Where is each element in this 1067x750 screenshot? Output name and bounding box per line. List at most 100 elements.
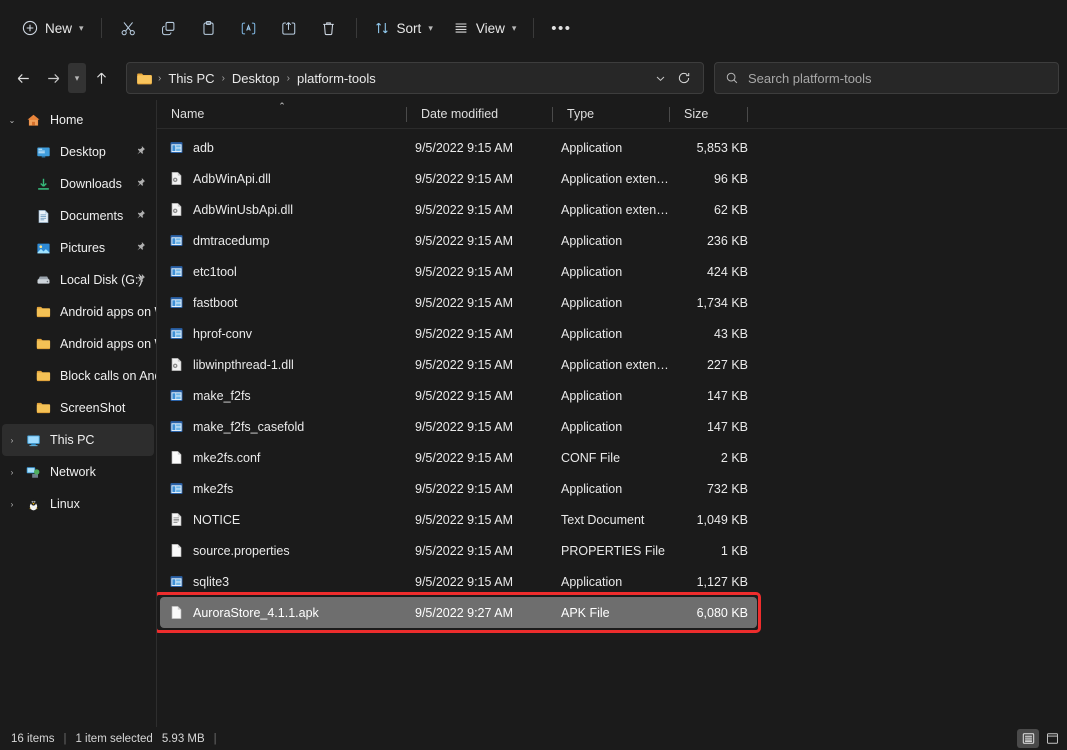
column-headers: Name ⌃ Date modified Type Size xyxy=(157,100,1067,129)
expander-chevron-icon[interactable]: ⌄ xyxy=(2,116,22,125)
expander-chevron-icon[interactable]: › xyxy=(2,468,22,477)
date-modified-cell: 9/5/2022 9:15 AM xyxy=(410,513,556,527)
sidebar-item-linux[interactable]: › Linux xyxy=(2,488,154,520)
pin-icon[interactable] xyxy=(135,273,146,284)
file-size-cell: 147 KB xyxy=(673,389,751,403)
file-name-label: dmtracedump xyxy=(193,234,269,248)
file-name-label: adb xyxy=(193,141,214,155)
table-row[interactable]: NOTICE9/5/2022 9:15 AMText Document1,049… xyxy=(160,504,757,535)
breadcrumb-item-platform-tools[interactable]: platform-tools xyxy=(292,68,381,89)
column-divider[interactable] xyxy=(747,107,748,122)
table-row[interactable]: fastboot9/5/2022 9:15 AMApplication1,734… xyxy=(160,287,757,318)
share-button[interactable] xyxy=(269,12,309,44)
file-name-cell: NOTICE xyxy=(160,512,410,527)
sidebar-item-network[interactable]: ›Network xyxy=(2,456,154,488)
file-name-label: AdbWinApi.dll xyxy=(193,172,271,186)
sidebar-item-desktop[interactable]: Desktop xyxy=(2,136,154,168)
file-name-label: fastboot xyxy=(193,296,237,310)
breadcrumb-item-this-pc[interactable]: This PC xyxy=(163,68,219,89)
search-icon xyxy=(725,71,739,85)
expander-chevron-icon[interactable]: › xyxy=(2,500,22,509)
plus-circle-icon xyxy=(22,20,38,36)
refresh-button[interactable] xyxy=(673,71,697,85)
large-icons-view-button[interactable] xyxy=(1041,729,1063,748)
sidebar-item-downloads[interactable]: Downloads xyxy=(2,168,154,200)
explorer-body: ⌄Home Desktop DownloadsDocumentsPicturesLo… xyxy=(0,100,1067,727)
navigation-bar: ▾ › This PC › Desktop › platform-tools xyxy=(0,56,1067,100)
sidebar-item-android-apps-on-w[interactable]: Android apps on W xyxy=(2,328,154,360)
address-dropdown-button[interactable] xyxy=(648,73,673,84)
copy-button[interactable] xyxy=(149,12,189,44)
sidebar-item-this-pc[interactable]: ›This PC xyxy=(2,424,154,456)
sidebar-item-home[interactable]: ⌄Home xyxy=(2,104,154,136)
table-row[interactable]: AuroraStore_4.1.1.apk9/5/2022 9:27 AMAPK… xyxy=(160,597,757,628)
table-row[interactable]: adb9/5/2022 9:15 AMApplication5,853 KB xyxy=(160,132,757,163)
view-button[interactable]: View ▾ xyxy=(443,12,527,44)
rename-button[interactable] xyxy=(229,12,269,44)
sidebar-item-documents[interactable]: Documents xyxy=(2,200,154,232)
table-row[interactable]: sqlite39/5/2022 9:15 AMApplication1,127 … xyxy=(160,566,757,597)
column-header-size[interactable]: Size xyxy=(670,100,748,129)
file-type-cell: Application xyxy=(556,389,673,403)
forward-button[interactable] xyxy=(38,63,68,93)
up-button[interactable] xyxy=(86,63,116,93)
sidebar-item-block-calls-on-and[interactable]: Block calls on And xyxy=(2,360,154,392)
pin-icon[interactable] xyxy=(135,241,146,252)
see-more-button[interactable]: ••• xyxy=(541,12,581,44)
clipboard-icon xyxy=(200,20,217,37)
sidebar-item-android-apps-on-w[interactable]: Android apps on W xyxy=(2,296,154,328)
table-row[interactable]: make_f2fs9/5/2022 9:15 AMApplication147 … xyxy=(160,380,757,411)
expander-chevron-icon[interactable]: › xyxy=(2,436,22,445)
column-header-name[interactable]: Name ⌃ xyxy=(157,100,407,129)
folder-icon xyxy=(32,369,54,383)
address-bar[interactable]: › This PC › Desktop › platform-tools xyxy=(126,62,704,94)
table-row[interactable]: AdbWinUsbApi.dll9/5/2022 9:15 AMApplicat… xyxy=(160,194,757,225)
details-view-button[interactable] xyxy=(1017,729,1039,748)
file-size-cell: 1 KB xyxy=(673,544,751,558)
sidebar-item-label: Desktop xyxy=(54,145,106,159)
recent-locations-button[interactable]: ▾ xyxy=(68,63,86,93)
application-icon xyxy=(169,140,184,155)
column-header-type[interactable]: Type xyxy=(553,100,670,129)
sidebar-item-screenshot[interactable]: ScreenShot xyxy=(2,392,154,424)
cut-button[interactable] xyxy=(109,12,149,44)
sidebar-item-pictures[interactable]: Pictures xyxy=(2,232,154,264)
column-header-date-modified[interactable]: Date modified xyxy=(407,100,553,129)
new-button[interactable]: New ▾ xyxy=(12,12,94,44)
table-row[interactable]: mke2fs9/5/2022 9:15 AMApplication732 KB xyxy=(160,473,757,504)
search-box[interactable]: Search platform-tools xyxy=(714,62,1059,94)
file-name-label: source.properties xyxy=(193,544,290,558)
table-row[interactable]: mke2fs.conf9/5/2022 9:15 AMCONF File2 KB xyxy=(160,442,757,473)
delete-button[interactable] xyxy=(309,12,349,44)
file-name-label: sqlite3 xyxy=(193,575,229,589)
sidebar-item-local-disk-g[interactable]: Local Disk (G:) xyxy=(2,264,154,296)
date-modified-cell: 9/5/2022 9:27 AM xyxy=(410,606,556,620)
table-row[interactable]: etc1tool9/5/2022 9:15 AMApplication424 K… xyxy=(160,256,757,287)
breadcrumb-item-desktop[interactable]: Desktop xyxy=(227,68,285,89)
table-row[interactable]: make_f2fs_casefold9/5/2022 9:15 AMApplic… xyxy=(160,411,757,442)
file-size-cell: 1,734 KB xyxy=(673,296,751,310)
file-name-cell: make_f2fs xyxy=(160,388,410,403)
breadcrumb-separator: › xyxy=(220,73,227,84)
table-row[interactable]: hprof-conv9/5/2022 9:15 AMApplication43 … xyxy=(160,318,757,349)
table-row[interactable]: dmtracedump9/5/2022 9:15 AMApplication23… xyxy=(160,225,757,256)
search-input[interactable]: Search platform-tools xyxy=(748,71,872,86)
back-button[interactable] xyxy=(8,63,38,93)
paste-button[interactable] xyxy=(189,12,229,44)
rename-icon xyxy=(240,20,257,37)
pin-icon[interactable] xyxy=(135,177,146,188)
file-type-cell: Application xyxy=(556,234,673,248)
table-row[interactable]: source.properties9/5/2022 9:15 AMPROPERT… xyxy=(160,535,757,566)
date-modified-cell: 9/5/2022 9:15 AM xyxy=(410,451,556,465)
navigation-pane: ⌄Home Desktop DownloadsDocumentsPicturesLo… xyxy=(0,100,157,727)
application-icon xyxy=(169,264,184,279)
table-row[interactable]: AdbWinApi.dll9/5/2022 9:15 AMApplication… xyxy=(160,163,757,194)
file-size-cell: 147 KB xyxy=(673,420,751,434)
dll-icon xyxy=(169,202,184,217)
pin-icon[interactable] xyxy=(135,145,146,156)
file-name-cell: AuroraStore_4.1.1.apk xyxy=(160,605,410,620)
sidebar-item-label: Linux xyxy=(44,497,80,511)
table-row[interactable]: libwinpthread-1.dll9/5/2022 9:15 AMAppli… xyxy=(160,349,757,380)
pin-icon[interactable] xyxy=(135,209,146,220)
sort-button[interactable]: Sort ▾ xyxy=(364,12,443,44)
